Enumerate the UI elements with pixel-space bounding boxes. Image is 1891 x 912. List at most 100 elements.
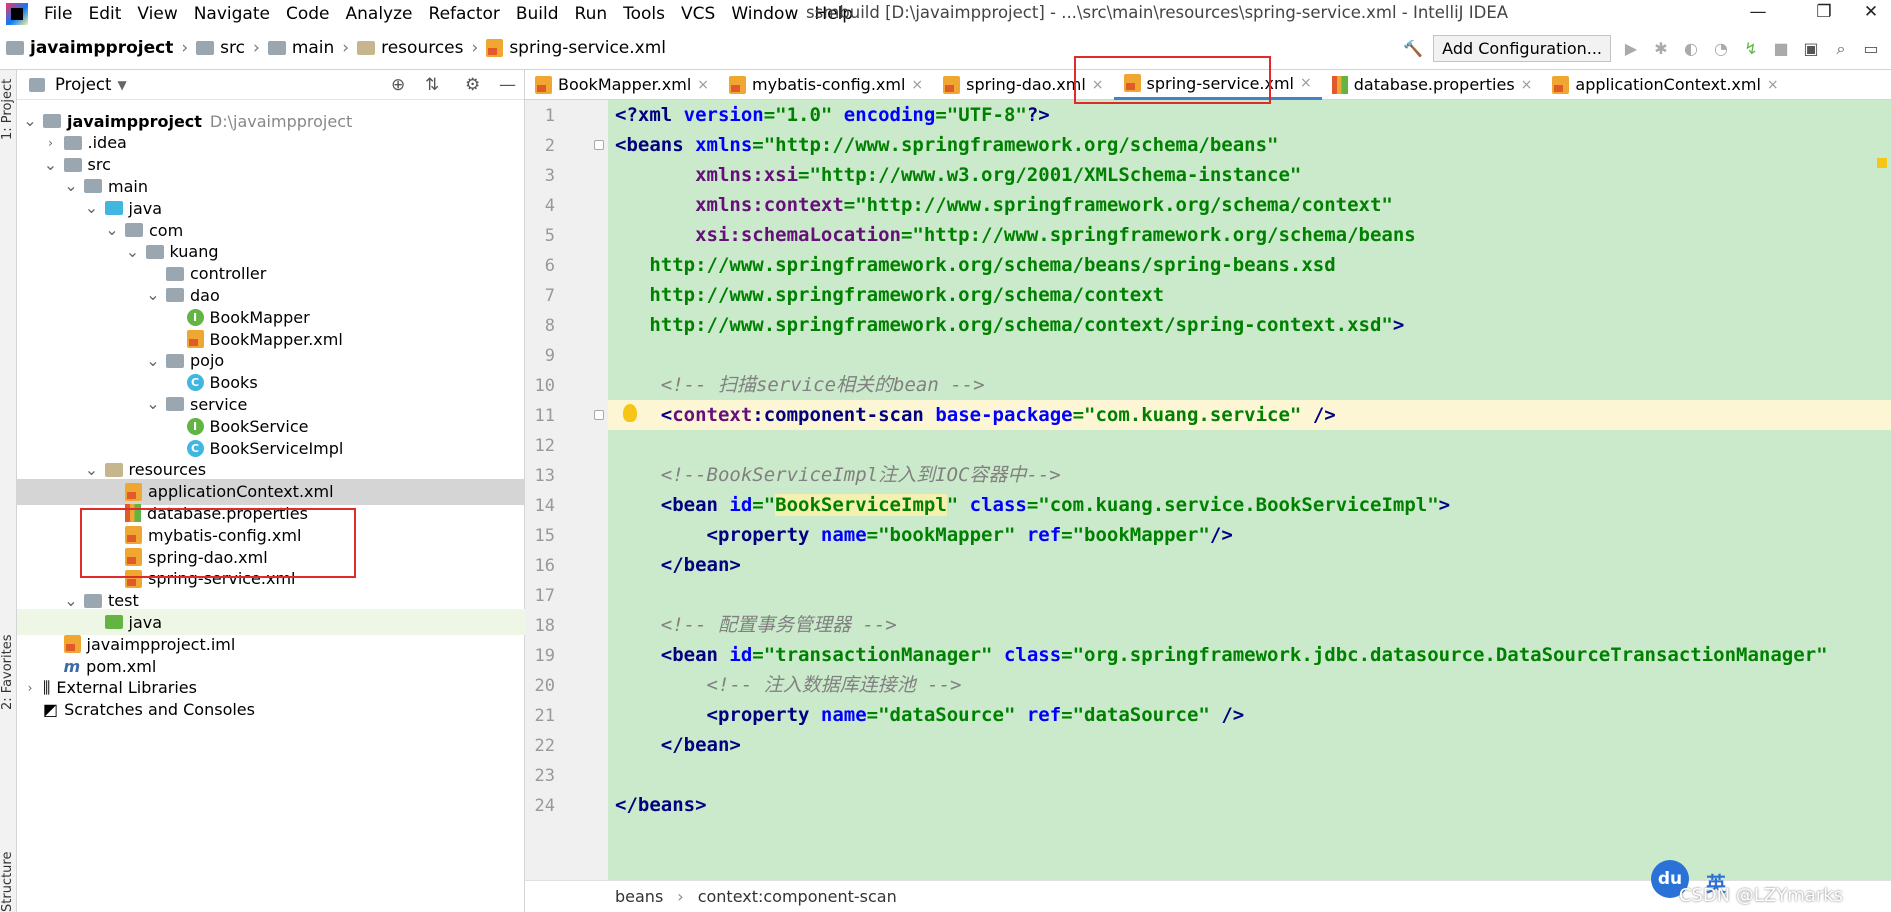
menu-item-view[interactable]: View [129,4,185,24]
breadcrumb-item[interactable]: resources [381,38,463,58]
menu-item-code[interactable]: Code [278,4,338,24]
chevron-down-icon[interactable]: ⌄ [44,156,58,172]
code-line[interactable]: <!-- 注入数据库连接池 --> [615,670,962,700]
chevron-down-icon[interactable]: ⌄ [146,352,160,368]
coverage-icon[interactable]: ◐ [1681,39,1701,59]
close-tab-icon[interactable]: × [697,77,709,93]
run-icon[interactable]: ▶ [1621,39,1641,59]
warning-marker-icon[interactable] [1877,158,1887,168]
chevron-down-icon[interactable]: ⌄ [64,178,78,194]
tree-item-scratches-and-consoles[interactable]: ◩ Scratches and Consoles [17,697,525,723]
code-line[interactable]: xsi:schemaLocation="http://www.springfra… [615,220,1416,250]
chevron-down-icon[interactable]: ⌄ [126,243,140,259]
project-panel-title[interactable]: Project [55,75,111,94]
menu-item-vcs[interactable]: VCS [673,4,723,24]
tab-applicationcontext-xml[interactable]: applicationContext.xml × [1542,70,1788,100]
menu-item-analyze[interactable]: Analyze [338,4,421,24]
menu-item-edit[interactable]: Edit [80,4,129,24]
fold-marker-icon[interactable] [594,140,604,150]
folder-icon [43,114,61,128]
stop-icon[interactable]: ■ [1771,39,1791,59]
chevron-right-icon[interactable]: › [23,681,37,695]
code-token: ="dataSource" [1061,704,1222,726]
fold-marker-icon[interactable] [594,410,604,420]
menu-item-build[interactable]: Build [508,4,567,24]
code-line[interactable]: http://www.springframework.org/schema/be… [615,250,1335,280]
code-line[interactable]: http://www.springframework.org/schema/co… [615,280,1164,310]
tab-bookmapper-xml[interactable]: BookMapper.xml × [525,70,719,100]
gear-icon[interactable]: ⚙ [465,75,480,95]
breadcrumb-separator: › [471,38,479,58]
tab-database-properties[interactable]: database.properties × [1322,70,1543,100]
libraries-icon: ⫼ [43,677,51,697]
code-line[interactable]: http://www.springframework.org/schema/co… [615,310,1404,340]
close-tab-icon[interactable]: × [911,77,923,93]
code-line[interactable]: <!--BookServiceImpl注入到IOC容器中--> [615,460,1061,490]
tree-item-label: kuang [169,242,219,262]
project-tool-tab[interactable]: 1: Project [0,70,17,140]
interface-icon: I [186,308,204,326]
close-window-button[interactable]: ✕ [1851,2,1891,24]
locate-icon[interactable]: ⊕ [391,75,405,95]
profile-icon[interactable]: ◔ [1711,39,1731,59]
intention-bulb-icon[interactable] [623,404,637,422]
debug-icon[interactable]: ✱ [1651,39,1671,59]
code-line[interactable]: xmlns:xsi="http://www.w3.org/2001/XMLSch… [615,160,1301,190]
chevron-down-icon[interactable]: ⌄ [23,113,37,129]
build-hammer-icon[interactable]: 🔨 [1403,39,1423,59]
chevron-right-icon[interactable]: › [44,136,58,150]
chevron-down-icon[interactable]: ⌄ [105,222,119,238]
add-configuration-button[interactable]: Add Configuration... [1433,35,1611,62]
breadcrumb: javaimpproject › src › main › resources › spring… [0,38,666,58]
code-line[interactable]: <!-- 扫描service相关的bean --> [615,370,985,400]
chevron-down-icon[interactable]: ⌄ [146,287,160,303]
vcs-update-icon[interactable]: ↯ [1741,39,1761,59]
chevron-down-icon[interactable]: ⌄ [85,461,99,477]
restore-button[interactable]: ❐ [1804,2,1844,24]
code-line[interactable]: </bean> [615,730,741,760]
close-tab-icon[interactable]: × [1300,75,1312,91]
code-line[interactable]: </beans> [615,790,707,820]
menu-item-window[interactable]: Window [723,4,806,24]
code-line[interactable]: <!-- 配置事务管理器 --> [615,610,897,640]
menu-item-run[interactable]: Run [567,4,616,24]
code-line[interactable]: <property name="dataSource" ref="dataSou… [615,700,1245,730]
structure-tool-tab[interactable]: Structure [0,838,17,912]
code-line[interactable]: <property name="bookMapper" ref="bookMap… [615,520,1233,550]
status-crumb-beans[interactable]: beans [615,887,663,906]
project-structure-icon[interactable]: ▣ [1801,39,1821,59]
close-tab-icon[interactable]: × [1767,77,1779,93]
search-everywhere-icon[interactable]: ⌕ [1831,39,1851,59]
chevron-down-icon[interactable]: ⌄ [146,396,160,412]
code-line[interactable]: </bean> [615,550,741,580]
breadcrumb-item[interactable]: main [292,38,334,58]
breadcrumb-item[interactable]: src [220,38,245,58]
line-number: 3 [544,166,555,186]
chevron-down-icon[interactable]: ⌄ [85,200,99,216]
run-toolbar: 🔨 Add Configuration... ▶ ✱ ◐ ◔ ↯ ■ ▣ ⌕ ▭ [1403,27,1891,70]
menu-item-refactor[interactable]: Refactor [421,4,508,24]
chevron-down-icon[interactable]: ⌄ [64,592,78,608]
menu-item-navigate[interactable]: Navigate [186,4,278,24]
presentation-icon[interactable]: ▭ [1861,39,1881,59]
hide-panel-icon[interactable]: — [499,75,516,95]
close-tab-icon[interactable]: × [1521,77,1533,93]
minimize-button[interactable]: — [1738,2,1778,24]
tree-item-label: java [128,612,163,632]
code-token: id [729,644,753,666]
breadcrumb-item[interactable]: spring-service.xml [509,38,666,58]
favorites-tool-tab[interactable]: 2: Favorites [0,615,17,710]
chevron-down-icon[interactable]: ▼ [117,78,126,92]
breadcrumb-item[interactable]: javaimpproject [30,38,173,58]
code-line[interactable]: <context:component-scan base-package="co… [615,400,1336,430]
collapse-all-icon[interactable]: ⇅ [425,75,439,95]
menu-item-file[interactable]: File [36,4,80,24]
tab-mybatis-config-xml[interactable]: mybatis-config.xml × [719,70,933,100]
menu-item-tools[interactable]: Tools [615,4,673,24]
code-line[interactable]: <beans xmlns="http://www.springframework… [615,130,1278,160]
code-line[interactable]: <bean id="transactionManager" class="org… [615,640,1828,670]
code-line[interactable]: xmlns:context="http://www.springframewor… [615,190,1393,220]
code-line[interactable]: <bean id="BookServiceImpl" class="com.ku… [615,490,1450,520]
code-line[interactable]: <?xml version="1.0" encoding="UTF-8"?> [615,100,1050,130]
status-crumb-component-scan[interactable]: context:component-scan [698,887,897,906]
